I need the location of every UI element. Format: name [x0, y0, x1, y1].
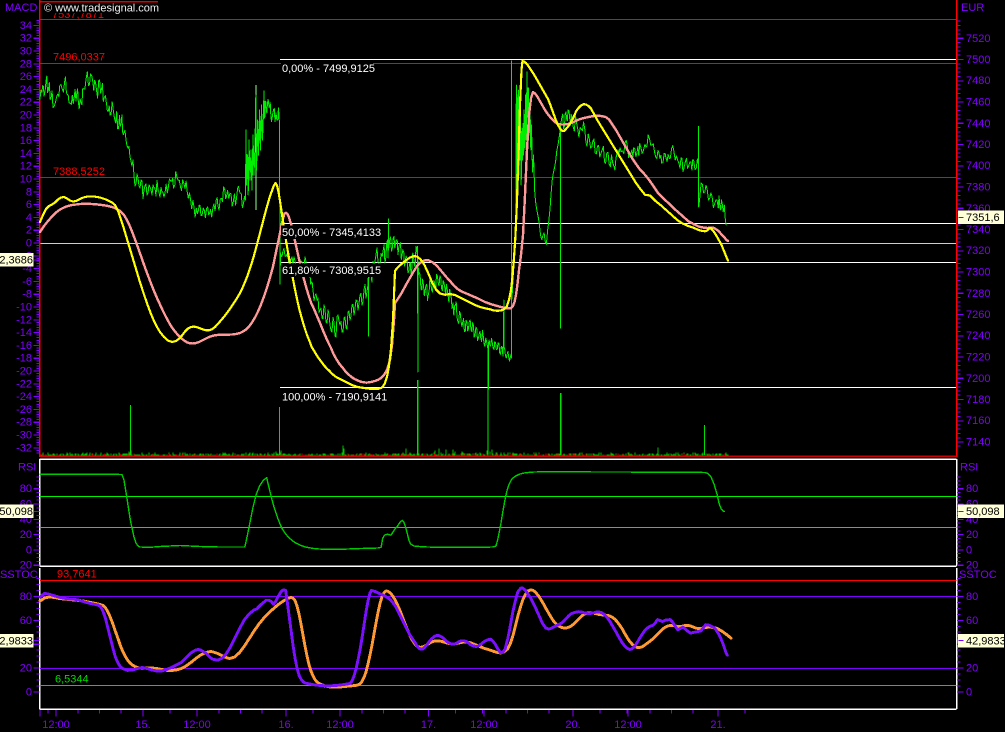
svg-text:16.: 16.	[278, 719, 293, 731]
svg-text:8: 8	[26, 186, 32, 198]
svg-text:RSI: RSI	[18, 462, 36, 474]
svg-text:-24: -24	[16, 391, 32, 403]
svg-text:80: 80	[966, 483, 978, 495]
svg-text:12:00: 12:00	[42, 719, 70, 731]
svg-text:12:00: 12:00	[470, 719, 498, 731]
svg-text:7500: 7500	[966, 54, 990, 66]
svg-text:4: 4	[26, 212, 32, 224]
svg-text:-30: -30	[16, 430, 32, 442]
svg-text:6,5344: 6,5344	[55, 673, 89, 685]
svg-text:-20: -20	[16, 366, 32, 378]
svg-text:7320: 7320	[966, 245, 990, 257]
svg-text:17.: 17.	[421, 719, 436, 731]
svg-text:18: 18	[20, 122, 32, 134]
svg-text:0: 0	[966, 544, 972, 556]
svg-text:7388,5252: 7388,5252	[53, 166, 105, 178]
svg-text:SSTOC: SSTOC	[0, 569, 38, 581]
svg-text:7496,0337: 7496,0337	[53, 52, 105, 64]
svg-text:2,9833: 2,9833	[0, 635, 33, 647]
svg-text:34: 34	[20, 20, 32, 32]
svg-text:10: 10	[20, 174, 32, 186]
svg-text:21.: 21.	[710, 719, 725, 731]
svg-text:7300: 7300	[966, 267, 990, 279]
svg-text:© www.tradesignal.com: © www.tradesignal.com	[44, 3, 159, 15]
svg-text:60: 60	[20, 615, 32, 627]
svg-text:50,098: 50,098	[966, 506, 1000, 518]
svg-text:20: 20	[20, 529, 32, 541]
svg-text:7400: 7400	[966, 160, 990, 172]
svg-text:93,7641: 93,7641	[57, 569, 97, 581]
svg-text:28: 28	[20, 58, 32, 70]
svg-text:20.: 20.	[565, 719, 580, 731]
svg-text:20: 20	[20, 110, 32, 122]
svg-text:MACD: MACD	[5, 2, 37, 14]
svg-text:7440: 7440	[966, 118, 990, 130]
svg-text:-32: -32	[16, 442, 32, 454]
svg-text:7280: 7280	[966, 288, 990, 300]
svg-text:0: 0	[26, 238, 32, 250]
svg-text:60: 60	[966, 615, 978, 627]
svg-text:80: 80	[20, 591, 32, 603]
svg-text:20: 20	[966, 663, 978, 675]
svg-text:80: 80	[20, 483, 32, 495]
svg-text:-22: -22	[16, 378, 32, 390]
svg-text:-12: -12	[16, 314, 32, 326]
svg-text:32: 32	[20, 33, 32, 45]
svg-text:15.: 15.	[135, 719, 150, 731]
svg-text:7180: 7180	[966, 394, 990, 406]
svg-text:-26: -26	[16, 404, 32, 416]
svg-text:7240: 7240	[966, 330, 990, 342]
svg-text:7140: 7140	[966, 437, 990, 449]
svg-text:42,9833: 42,9833	[966, 635, 1005, 647]
svg-text:100,00% - 7190,9141: 100,00% - 7190,9141	[282, 392, 387, 404]
svg-text:-14: -14	[16, 327, 32, 339]
svg-text:6: 6	[26, 199, 32, 211]
svg-text:12:00: 12:00	[614, 719, 642, 731]
svg-text:7160: 7160	[966, 415, 990, 427]
svg-text:7351,6: 7351,6	[966, 212, 1000, 224]
svg-text:80: 80	[966, 591, 978, 603]
svg-text:7200: 7200	[966, 373, 990, 385]
svg-text:0,00% - 7499,9125: 0,00% - 7499,9125	[282, 63, 375, 75]
svg-text:RSI: RSI	[960, 462, 978, 474]
svg-text:-28: -28	[16, 417, 32, 429]
svg-text:12: 12	[20, 161, 32, 173]
svg-text:20: 20	[966, 529, 978, 541]
svg-text:2,3686: 2,3686	[0, 255, 33, 267]
svg-text:7460: 7460	[966, 97, 990, 109]
svg-text:50,098: 50,098	[0, 506, 33, 518]
svg-text:7520: 7520	[966, 33, 990, 45]
svg-text:61,80% - 7308,9515: 61,80% - 7308,9515	[282, 265, 381, 277]
svg-text:20: 20	[20, 663, 32, 675]
svg-text:14: 14	[20, 148, 32, 160]
svg-text:7340: 7340	[966, 224, 990, 236]
svg-text:-6: -6	[22, 276, 32, 288]
svg-text:24: 24	[20, 84, 32, 96]
svg-text:12:00: 12:00	[326, 719, 354, 731]
svg-text:EUR: EUR	[961, 2, 984, 14]
svg-text:7260: 7260	[966, 309, 990, 321]
svg-text:-8: -8	[22, 289, 32, 301]
svg-text:7420: 7420	[966, 139, 990, 151]
svg-text:0: 0	[26, 544, 32, 556]
svg-text:-10: -10	[16, 302, 32, 314]
svg-text:7380: 7380	[966, 182, 990, 194]
svg-text:26: 26	[20, 71, 32, 83]
svg-text:-16: -16	[16, 340, 32, 352]
svg-text:50,00% - 7345,4133: 50,00% - 7345,4133	[282, 227, 381, 239]
svg-text:30: 30	[20, 46, 32, 58]
svg-text:0: 0	[966, 687, 972, 699]
svg-text:SSTOC: SSTOC	[959, 569, 997, 581]
svg-text:7480: 7480	[966, 75, 990, 87]
svg-text:16: 16	[20, 135, 32, 147]
svg-text:7220: 7220	[966, 352, 990, 364]
svg-text:12:00: 12:00	[183, 719, 211, 731]
svg-text:-18: -18	[16, 353, 32, 365]
svg-text:2: 2	[26, 225, 32, 237]
svg-text:22: 22	[20, 97, 32, 109]
svg-text:0: 0	[26, 687, 32, 699]
